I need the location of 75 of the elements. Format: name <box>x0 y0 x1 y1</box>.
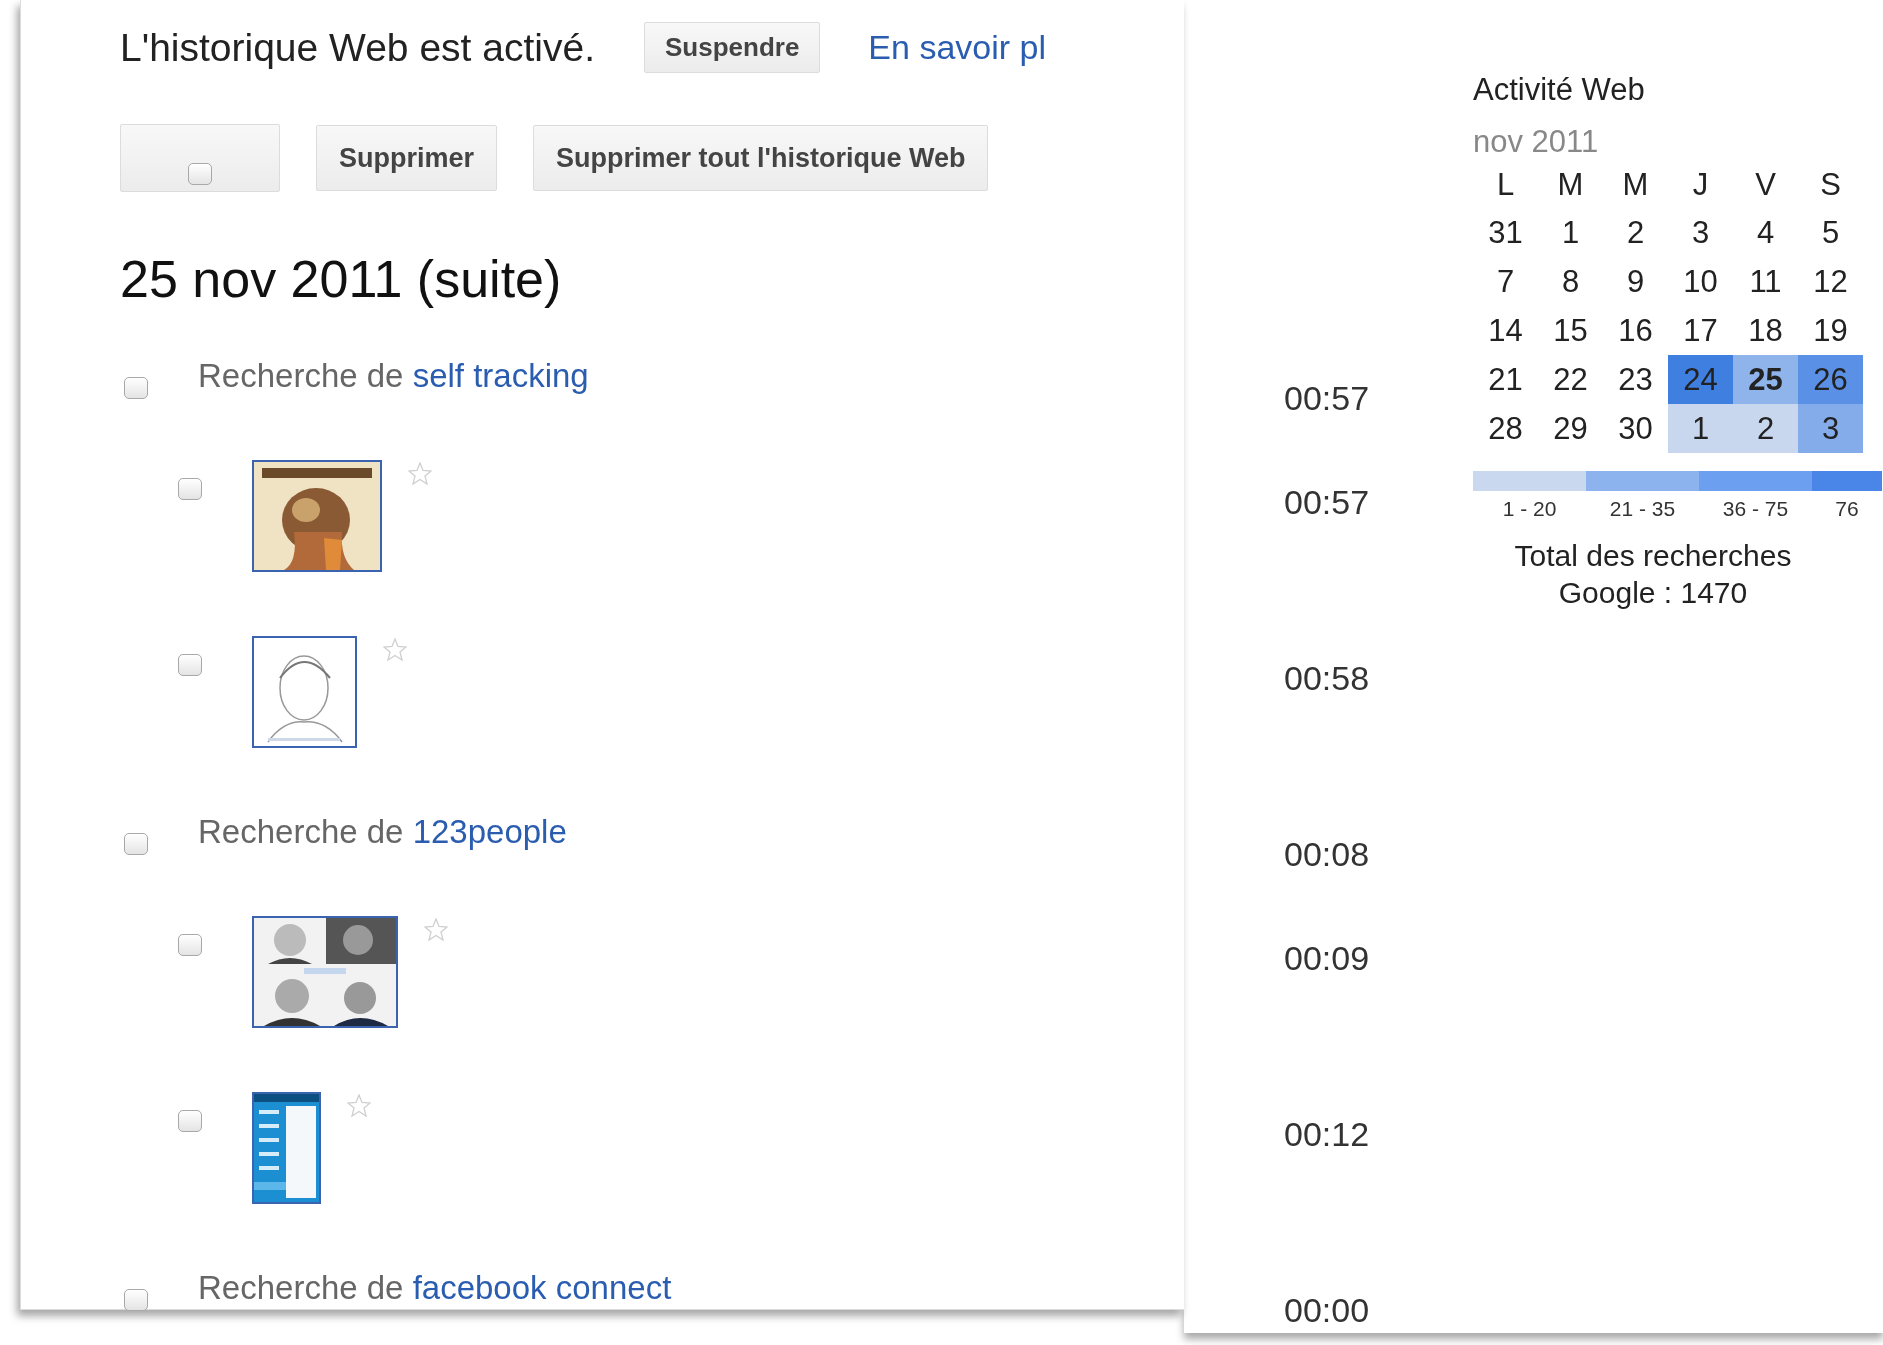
checkbox[interactable] <box>124 833 148 855</box>
calendar-day[interactable]: 18 <box>1733 306 1798 355</box>
checkbox[interactable] <box>188 163 212 185</box>
star-icon[interactable] <box>424 918 448 941</box>
calendar-day[interactable]: 31 <box>1473 208 1538 257</box>
date-heading: 25 nov 2011 (suite) <box>120 249 563 310</box>
calendar-day[interactable]: 28 <box>1473 404 1538 453</box>
calendar-day[interactable]: 14 <box>1473 306 1538 355</box>
checkbox[interactable] <box>178 478 202 500</box>
legend-label: 21 - 35 <box>1609 497 1676 521</box>
search-entry: Recherche de 123people <box>198 813 567 851</box>
query-link[interactable]: 123people <box>412 813 567 850</box>
time-label: 00:12 <box>1284 1114 1370 1154</box>
weekday-label: M <box>1621 166 1650 204</box>
weekday-label: J <box>1691 166 1710 204</box>
checkbox[interactable] <box>178 654 202 676</box>
calendar-day[interactable]: 2 <box>1733 404 1798 453</box>
time-label: 00:08 <box>1284 834 1370 874</box>
calendar-day[interactable]: 23 <box>1603 355 1668 404</box>
time-label: 00:00 <box>1284 1290 1370 1330</box>
search-entry: Recherche de facebook connect <box>198 1269 672 1307</box>
weekday-label: S <box>1819 166 1842 204</box>
calendar-day[interactable]: 24 <box>1668 355 1733 404</box>
select-all-button[interactable] <box>120 124 280 192</box>
query-link[interactable]: facebook connect <box>412 1269 672 1306</box>
calendar-day[interactable]: 10 <box>1668 257 1733 306</box>
checkbox[interactable] <box>178 1110 202 1132</box>
legend-label: 76 <box>1835 497 1859 521</box>
calendar-day[interactable]: 22 <box>1538 355 1603 404</box>
weekday-label: M <box>1556 166 1585 204</box>
month-label: nov 2011 <box>1473 123 1600 161</box>
calendar-day[interactable]: 26 <box>1798 355 1863 404</box>
learn-more-link[interactable]: En savoir pl <box>868 28 1046 67</box>
star-icon[interactable] <box>408 462 432 485</box>
calendar-day[interactable]: 5 <box>1798 208 1863 257</box>
time-label: 00:09 <box>1284 938 1370 978</box>
calendar-day[interactable]: 4 <box>1733 208 1798 257</box>
calendar-day[interactable]: 9 <box>1603 257 1668 306</box>
search-entry: Recherche de self tracking <box>198 357 589 395</box>
calendar-day[interactable]: 16 <box>1603 306 1668 355</box>
calendar-day[interactable]: 1 <box>1668 404 1733 453</box>
checkbox[interactable] <box>124 377 148 399</box>
time-label: 00:57 <box>1284 378 1370 418</box>
time-label: 00:58 <box>1284 658 1370 698</box>
delete-button[interactable]: Supprimer <box>316 125 498 191</box>
legend-label: 36 - 75 <box>1722 497 1789 521</box>
time-label: 00:57 <box>1284 482 1370 522</box>
star-icon[interactable] <box>383 638 407 661</box>
calendar-day[interactable]: 8 <box>1538 257 1603 306</box>
calendar-day[interactable]: 2 <box>1603 208 1668 257</box>
calendar-day[interactable]: 12 <box>1798 257 1863 306</box>
calendar-day[interactable]: 19 <box>1798 306 1863 355</box>
status-text: L'historique Web est activé. <box>120 25 595 70</box>
calendar-day[interactable]: 1 <box>1538 208 1603 257</box>
star-icon[interactable] <box>347 1094 371 1117</box>
calendar-day[interactable]: 21 <box>1473 355 1538 404</box>
calendar-day[interactable]: 30 <box>1603 404 1668 453</box>
delete-button[interactable]: Supprimer tout l'historique Web <box>533 125 989 191</box>
calendar-day[interactable]: 7 <box>1473 257 1538 306</box>
calendar-day[interactable]: 17 <box>1668 306 1733 355</box>
calendar-day[interactable]: 25 <box>1733 355 1798 404</box>
calendar-day[interactable]: 15 <box>1538 306 1603 355</box>
calendar-day[interactable]: 3 <box>1668 208 1733 257</box>
checkbox[interactable] <box>178 934 202 956</box>
legend-label: 1 - 20 <box>1502 497 1557 521</box>
calendar-day[interactable]: 3 <box>1798 404 1863 453</box>
calendar-day[interactable]: 11 <box>1733 257 1798 306</box>
weekday-label: V <box>1754 166 1777 204</box>
calendar-title: Activité Web <box>1473 71 1646 109</box>
checkbox[interactable] <box>124 1289 148 1311</box>
query-link[interactable]: self tracking <box>412 357 589 394</box>
calendar-day[interactable]: 29 <box>1538 404 1603 453</box>
total-searches: Total des recherches Google : 1470 <box>1513 538 1793 611</box>
weekday-label: L <box>1495 166 1516 204</box>
pause-button[interactable]: Suspendre <box>644 22 821 73</box>
